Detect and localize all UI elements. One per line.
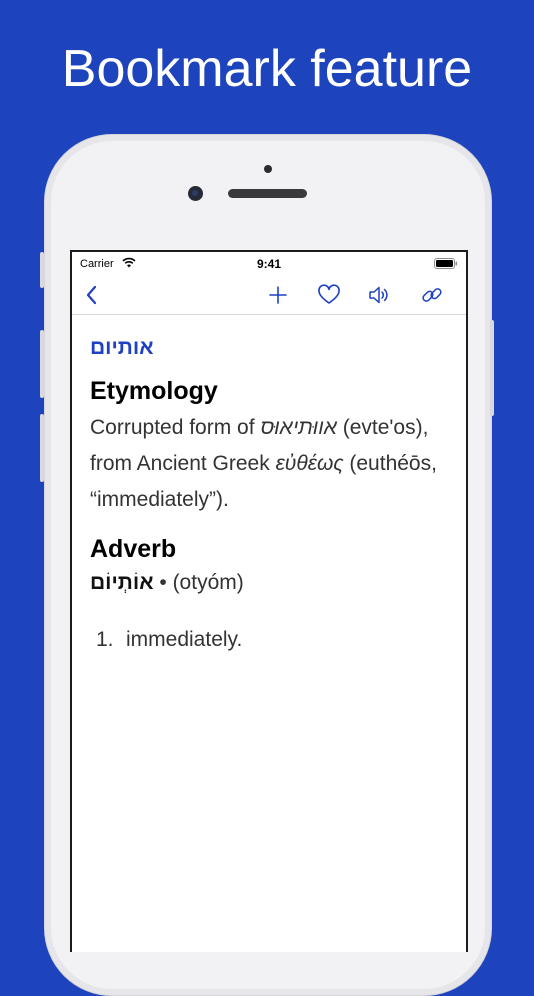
entry-content: אותיום Etymology Corrupted form of אווּת… xyxy=(90,336,450,652)
earpiece-speaker xyxy=(228,189,307,198)
heart-icon xyxy=(318,284,340,304)
favorite-button[interactable] xyxy=(316,282,342,308)
share-link-button[interactable] xyxy=(419,282,445,308)
add-bookmark-button[interactable] xyxy=(265,282,291,308)
etymology-hebrew-form: אווּתיאוּס xyxy=(260,416,337,439)
front-camera xyxy=(188,186,203,201)
etymology-heading: Etymology xyxy=(90,377,218,405)
inflection-transliteration: • (otyóm) xyxy=(153,571,244,594)
pronounce-button[interactable] xyxy=(366,282,392,308)
list-item: 1. immediately. xyxy=(96,628,450,652)
part-of-speech-heading: Adverb xyxy=(90,535,177,563)
definition-list: 1. immediately. xyxy=(90,628,450,652)
etymology-part-1: Corrupted form of xyxy=(90,416,261,439)
inflection-word: אוֹתְיוֹם xyxy=(90,571,154,594)
etymology-greek-form: εὐθέως xyxy=(275,452,344,475)
plus-icon xyxy=(269,286,287,304)
battery-icon xyxy=(434,258,458,272)
definition-text: immediately. xyxy=(126,628,243,651)
definition-number: 1. xyxy=(96,628,114,651)
entry-headword: אותיום xyxy=(90,336,154,359)
status-time: 9:41 xyxy=(256,257,282,271)
link-icon xyxy=(422,288,442,302)
back-button[interactable] xyxy=(80,282,106,308)
app-screen: Carrier 9:41 אותיום Etymology Corrupted … xyxy=(70,250,468,952)
proximity-sensor xyxy=(264,165,272,173)
inflection-line: אוֹתְיוֹם • (otyóm) xyxy=(90,568,450,598)
speaker-icon xyxy=(369,286,388,304)
back-chevron-icon xyxy=(86,285,97,305)
status-bar: Carrier 9:41 xyxy=(72,252,466,274)
navigation-bar xyxy=(72,274,466,315)
volume-down-button xyxy=(40,414,44,482)
volume-up-button xyxy=(40,330,44,398)
mute-switch xyxy=(40,252,44,288)
etymology-text: Corrupted form of אווּתיאוּס (evte'os), … xyxy=(90,410,450,518)
promo-headline: Bookmark feature xyxy=(61,40,473,98)
power-button xyxy=(490,320,494,416)
